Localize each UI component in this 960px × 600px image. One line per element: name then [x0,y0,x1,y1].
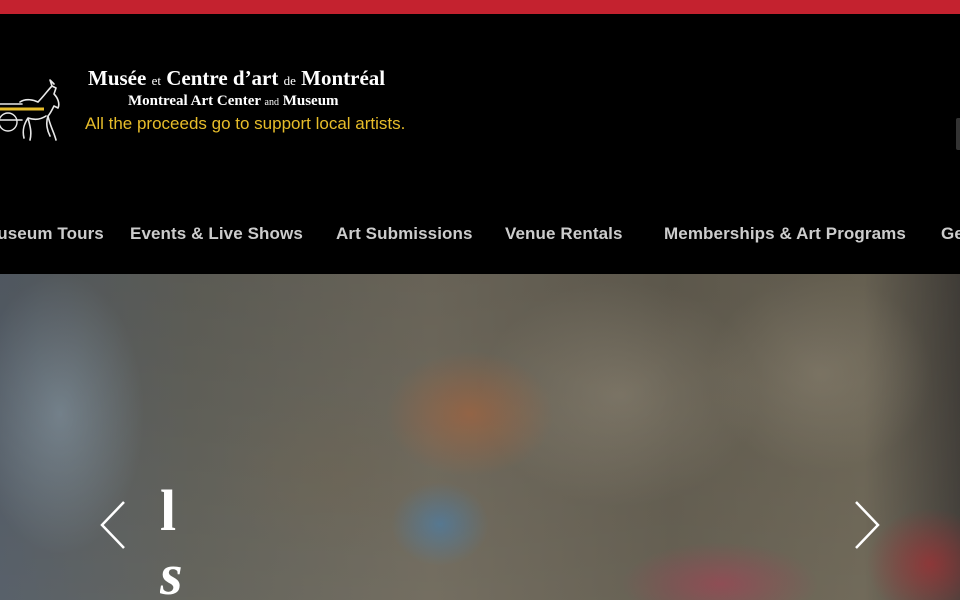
main-nav: Museum Tours Events & Live Shows Art Sub… [0,224,960,254]
tagline: All the proceeds go to support local art… [85,114,406,133]
title-part-1: Musée [88,66,152,90]
nav-item-memberships-art-programs[interactable]: Memberships & Art Programs [664,224,906,244]
hero-background-image [0,274,960,600]
title-et: et [151,73,161,88]
site-header: Musée et Centre d’art de Montréal Montre… [0,14,960,274]
nav-item-venue-rentals[interactable]: Venue Rentals [505,224,623,244]
nav-item-truncated[interactable]: Ge [941,224,960,244]
horse-carriage-icon[interactable] [0,76,62,146]
hero-text-line-1: l [160,479,177,543]
nav-item-museum-tours[interactable]: Museum Tours [0,224,104,244]
title-part-3: Montréal [295,66,386,90]
title-part-2: Centre d’art [160,66,284,90]
title-de: de [283,73,296,88]
hero-slide-text: l s [160,479,190,600]
nav-item-art-submissions[interactable]: Art Submissions [336,224,473,244]
site-title-french[interactable]: Musée et Centre d’art de Montréal [88,66,385,91]
hero-text-line-2: s [160,542,183,600]
subtitle-and: and [264,97,279,108]
nav-item-events-live-shows[interactable]: Events & Live Shows [130,224,303,244]
top-accent-bar [0,0,960,14]
header-edge-widget[interactable] [956,118,960,150]
site-title-english[interactable]: Montreal Art Center and Museum [128,93,339,110]
subtitle-part-1: Montreal Art Center [128,93,265,109]
chevron-left-icon[interactable] [99,500,127,550]
subtitle-part-2: Museum [278,93,339,109]
chevron-right-icon[interactable] [853,500,881,550]
hero-slideshow: l s [0,274,960,600]
